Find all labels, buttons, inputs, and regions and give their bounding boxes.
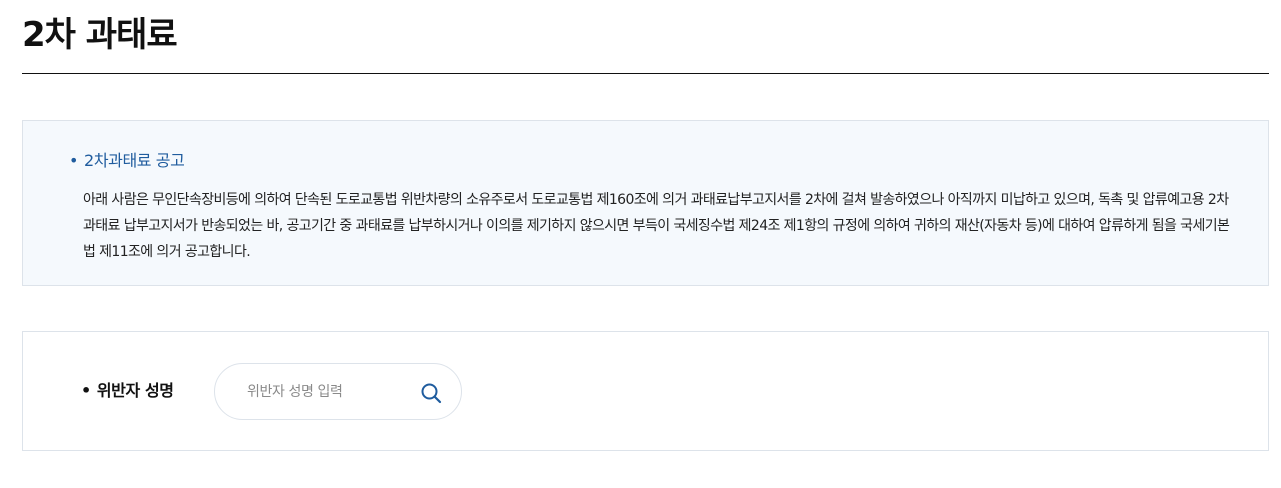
page-title: 2차 과태료: [22, 15, 178, 55]
title-divider: [22, 73, 1269, 74]
page: 2차 과태료 • 2차과태료 공고 아래 사람은 무인단속장비등에 의하여 단속된…: [0, 0, 1281, 488]
violator-name-input[interactable]: [247, 380, 407, 404]
search-label-bullet: •: [81, 381, 91, 400]
search-button[interactable]: [417, 379, 445, 407]
notice-body: 아래 사람은 무인단속장비등에 의하여 단속된 도로교통법 위반차량의 소유주로…: [83, 192, 1230, 260]
search-panel: • 위반자 성명: [22, 331, 1269, 451]
notice-panel: • 2차과태료 공고 아래 사람은 무인단속장비등에 의하여 단속된 도로교통법 …: [22, 120, 1269, 286]
search-label: • 위반자 성명: [81, 379, 174, 403]
search-field: [214, 363, 462, 420]
notice-heading: • 2차과태료 공고: [69, 149, 185, 173]
search-icon: [421, 383, 442, 404]
search-label-text: 위반자 성명: [96, 381, 174, 400]
notice-heading-text: 2차과태료 공고: [84, 151, 185, 170]
notice-bullet: •: [69, 151, 79, 170]
